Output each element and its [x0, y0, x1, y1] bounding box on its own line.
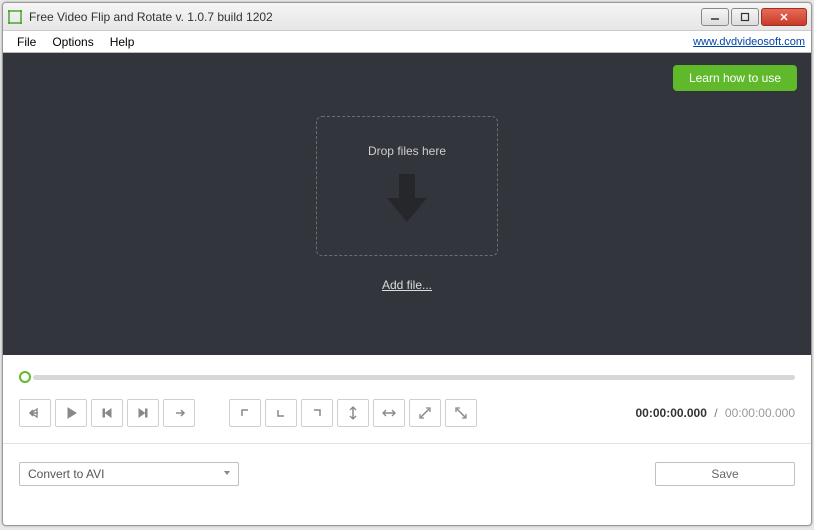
time-display: 00:00:00.000 / 00:00:00.000 — [636, 406, 796, 420]
learn-button[interactable]: Learn how to use — [673, 65, 797, 91]
prev-frame-button[interactable] — [19, 399, 51, 427]
time-total: 00:00:00.000 — [725, 406, 795, 420]
rotate-180-button[interactable] — [265, 399, 297, 427]
close-button[interactable] — [761, 8, 807, 26]
save-button[interactable]: Save — [655, 462, 795, 486]
minimize-button[interactable] — [701, 8, 729, 26]
format-select-label: Convert to AVI — [28, 467, 104, 481]
time-current: 00:00:00.000 — [636, 406, 707, 420]
preview-area: Learn how to use Drop files here Add fil… — [3, 53, 811, 355]
timeline-slider[interactable] — [3, 355, 811, 389]
transform-group — [229, 399, 477, 427]
app-icon — [7, 9, 23, 25]
flip-diagonal-1-button[interactable] — [409, 399, 441, 427]
play-button[interactable] — [55, 399, 87, 427]
chevron-down-icon — [222, 467, 232, 481]
slider-track[interactable] — [33, 375, 795, 380]
dropzone[interactable]: Drop files here — [316, 116, 498, 256]
flip-vertical-button[interactable] — [337, 399, 369, 427]
drop-label: Drop files here — [368, 144, 446, 158]
step-forward-button[interactable] — [127, 399, 159, 427]
slider-handle[interactable] — [19, 371, 31, 383]
format-select[interactable]: Convert to AVI — [19, 462, 239, 486]
menu-file[interactable]: File — [9, 33, 44, 51]
menu-help[interactable]: Help — [102, 33, 143, 51]
flip-horizontal-button[interactable] — [373, 399, 405, 427]
next-frame-button[interactable] — [163, 399, 195, 427]
window-controls — [701, 8, 807, 26]
bottom-row: Convert to AVI Save — [3, 443, 811, 496]
rotate-ccw-90-button[interactable] — [229, 399, 261, 427]
app-window: Free Video Flip and Rotate v. 1.0.7 buil… — [2, 2, 812, 526]
add-file-link[interactable]: Add file... — [382, 278, 432, 292]
time-separator: / — [714, 406, 717, 420]
arrow-down-icon — [383, 170, 431, 229]
titlebar: Free Video Flip and Rotate v. 1.0.7 buil… — [3, 3, 811, 31]
step-back-button[interactable] — [91, 399, 123, 427]
playback-group — [19, 399, 195, 427]
menu-options[interactable]: Options — [44, 33, 101, 51]
window-title: Free Video Flip and Rotate v. 1.0.7 buil… — [29, 10, 701, 24]
website-link[interactable]: www.dvdvideosoft.com — [693, 36, 805, 48]
flip-diagonal-2-button[interactable] — [445, 399, 477, 427]
controls-row: 00:00:00.000 / 00:00:00.000 — [3, 389, 811, 437]
menubar: File Options Help www.dvdvideosoft.com — [3, 31, 811, 53]
rotate-cw-90-button[interactable] — [301, 399, 333, 427]
maximize-button[interactable] — [731, 8, 759, 26]
